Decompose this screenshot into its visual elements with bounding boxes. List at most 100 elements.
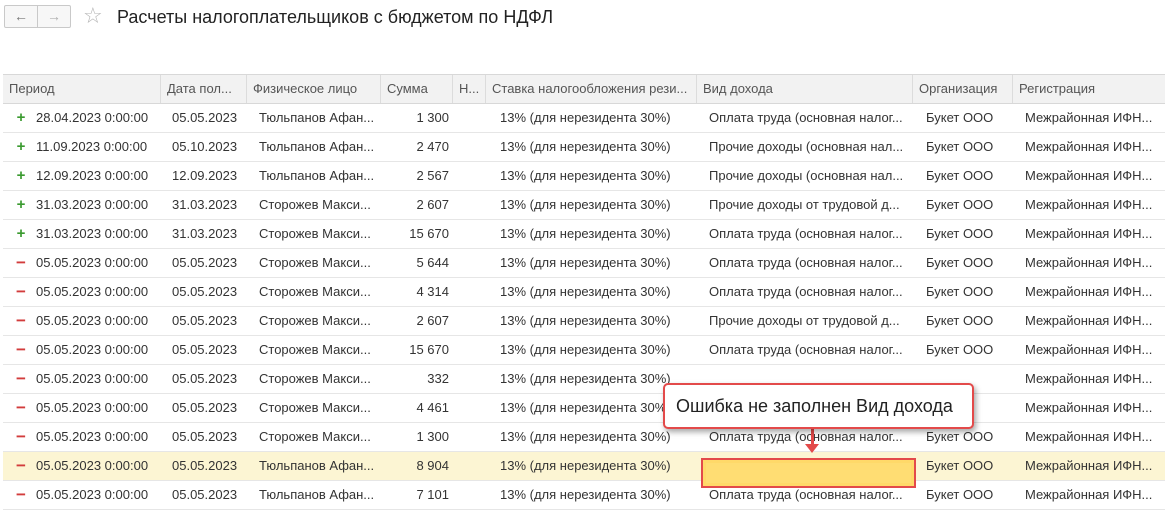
cell-organization: Букет ООО [926, 139, 994, 154]
cell-tax-rate: 13% (для нерезидента 30%) [500, 255, 671, 270]
column-header-registration[interactable]: Регистрация [1012, 75, 1165, 103]
table-row[interactable]: −05.05.2023 0:00:00 05.05.2023 Тюльпанов А… [3, 481, 1165, 510]
table-row[interactable]: +31.03.2023 0:00:00 31.03.2023 Сторожев Ма… [3, 220, 1165, 249]
minus-movement-icon: − [16, 369, 26, 388]
cell-organization: Букет ООО [926, 168, 994, 183]
cell-income-type: Прочие доходы (основная нал... [709, 168, 904, 183]
plus-movement-icon: + [16, 167, 26, 184]
cell-organization: Букет ООО [926, 458, 994, 473]
forward-button[interactable]: → [37, 5, 71, 28]
cell-person: Сторожев Макси... [259, 284, 371, 299]
cell-period: 05.05.2023 0:00:00 [36, 458, 149, 473]
cell-tax-rate: 13% (для нерезидента 30%) [500, 487, 671, 502]
table-row[interactable]: −05.05.2023 0:00:00 05.05.2023 Сторожев Ма… [3, 423, 1165, 452]
cell-receipt-date: 05.05.2023 [172, 458, 238, 473]
cell-person: Тюльпанов Афан... [259, 139, 375, 154]
window-header: ← → ☆ Расчеты налогоплательщиков с бюдже… [0, 0, 1165, 40]
cell-person: Тюльпанов Афан... [259, 458, 375, 473]
cell-registration: Межрайонная ИФН... [1025, 487, 1153, 502]
cell-receipt-date: 05.05.2023 [172, 342, 238, 357]
cell-income-type: Оплата труда (основная налог... [709, 342, 903, 357]
column-header-person[interactable]: Физическое лицо [246, 75, 380, 103]
cell-registration: Межрайонная ИФН... [1025, 429, 1153, 444]
favorite-star-icon[interactable]: ☆ [83, 3, 103, 29]
empty-income-type-field[interactable] [701, 458, 916, 488]
cell-sum: 15 670 [409, 226, 449, 241]
table-row[interactable]: −05.05.2023 0:00:00 05.05.2023 Сторожев Ма… [3, 249, 1165, 278]
table-row[interactable]: +31.03.2023 0:00:00 31.03.2023 Сторожев Ма… [3, 191, 1165, 220]
cell-receipt-date: 31.03.2023 [172, 226, 238, 241]
plus-movement-icon: + [16, 138, 26, 155]
cell-registration: Межрайонная ИФН... [1025, 197, 1153, 212]
cell-period: 05.05.2023 0:00:00 [36, 371, 149, 386]
page-title: Расчеты налогоплательщиков с бюджетом по… [117, 7, 554, 27]
cell-period: 05.05.2023 0:00:00 [36, 313, 149, 328]
column-header-n[interactable]: Н... [452, 75, 485, 103]
cell-person: Сторожев Макси... [259, 342, 371, 357]
cell-person: Тюльпанов Афан... [259, 168, 375, 183]
column-header-receipt-date[interactable]: Дата пол... [160, 75, 246, 103]
plus-movement-icon: + [16, 225, 26, 242]
back-button[interactable]: ← [4, 5, 38, 28]
table-row[interactable]: −05.05.2023 0:00:00 05.05.2023 Сторожев Ма… [3, 307, 1165, 336]
cell-organization: Букет ООО [926, 284, 994, 299]
cell-period: 28.04.2023 0:00:00 [36, 110, 149, 125]
cell-person: Сторожев Макси... [259, 197, 371, 212]
minus-movement-icon: − [16, 340, 26, 359]
column-header-tax-rate[interactable]: Ставка налогообложения рези... [485, 75, 696, 103]
cell-receipt-date: 05.05.2023 [172, 255, 238, 270]
cell-receipt-date: 05.05.2023 [172, 110, 238, 125]
cell-person: Сторожев Макси... [259, 255, 371, 270]
cell-sum: 2 567 [416, 168, 449, 183]
column-header-income-type[interactable]: Вид дохода [696, 75, 912, 103]
cell-organization: Букет ООО [926, 255, 994, 270]
column-header-organization[interactable]: Организация [912, 75, 1012, 103]
cell-tax-rate: 13% (для нерезидента 30%) [500, 342, 671, 357]
cell-income-type: Оплата труда (основная налог... [709, 226, 903, 241]
minus-movement-icon: − [16, 253, 26, 272]
cell-receipt-date: 05.05.2023 [172, 313, 238, 328]
cell-period: 31.03.2023 0:00:00 [36, 226, 149, 241]
cell-registration: Межрайонная ИФН... [1025, 400, 1153, 415]
column-header-period[interactable]: Период [3, 75, 160, 103]
table-row[interactable]: −05.05.2023 0:00:00 05.05.2023 Сторожев Ма… [3, 394, 1165, 423]
cell-registration: Межрайонная ИФН... [1025, 313, 1153, 328]
cell-tax-rate: 13% (для нерезидента 30%) [500, 284, 671, 299]
cell-person: Тюльпанов Афан... [259, 110, 375, 125]
cell-registration: Межрайонная ИФН... [1025, 284, 1153, 299]
table-row[interactable]: −05.05.2023 0:00:00 05.05.2023 Тюльпанов А… [3, 452, 1165, 481]
cell-income-type: Прочие доходы от трудовой д... [709, 197, 900, 212]
cell-registration: Межрайонная ИФН... [1025, 226, 1153, 241]
cell-tax-rate: 13% (для нерезидента 30%) [500, 197, 671, 212]
cell-period: 05.05.2023 0:00:00 [36, 342, 149, 357]
cell-person: Сторожев Макси... [259, 400, 371, 415]
cell-registration: Межрайонная ИФН... [1025, 458, 1153, 473]
cell-person: Сторожев Макси... [259, 313, 371, 328]
cell-period: 05.05.2023 0:00:00 [36, 255, 149, 270]
cell-organization: Букет ООО [926, 313, 994, 328]
cell-sum: 7 101 [416, 487, 449, 502]
table-row[interactable]: +28.04.2023 0:00:00 05.05.2023 Тюльпанов А… [3, 104, 1165, 133]
cell-period: 05.05.2023 0:00:00 [36, 487, 149, 502]
cell-period: 05.05.2023 0:00:00 [36, 429, 149, 444]
cell-person: Сторожев Макси... [259, 429, 371, 444]
cell-sum: 2 607 [416, 197, 449, 212]
cell-person: Сторожев Макси... [259, 226, 371, 241]
minus-movement-icon: − [16, 485, 26, 504]
column-header-sum[interactable]: Сумма [380, 75, 452, 103]
cell-registration: Межрайонная ИФН... [1025, 342, 1153, 357]
cell-organization: Букет ООО [926, 226, 994, 241]
table-row[interactable]: +12.09.2023 0:00:00 12.09.2023 Тюльпанов А… [3, 162, 1165, 191]
cell-sum: 4 461 [416, 400, 449, 415]
cell-period: 05.05.2023 0:00:00 [36, 284, 149, 299]
cell-person: Тюльпанов Афан... [259, 487, 375, 502]
table-row[interactable]: +11.09.2023 0:00:00 05.10.2023 Тюльпанов А… [3, 133, 1165, 162]
cell-income-type: Оплата труда (основная налог... [709, 110, 903, 125]
table-row[interactable]: −05.05.2023 0:00:00 05.05.2023 Сторожев Ма… [3, 336, 1165, 365]
minus-movement-icon: − [16, 398, 26, 417]
cell-registration: Межрайонная ИФН... [1025, 139, 1153, 154]
cell-receipt-date: 05.05.2023 [172, 371, 238, 386]
cell-registration: Межрайонная ИФН... [1025, 255, 1153, 270]
table-row[interactable]: −05.05.2023 0:00:00 05.05.2023 Сторожев Ма… [3, 278, 1165, 307]
table-row[interactable]: −05.05.2023 0:00:00 05.05.2023 Сторожев Ма… [3, 365, 1165, 394]
